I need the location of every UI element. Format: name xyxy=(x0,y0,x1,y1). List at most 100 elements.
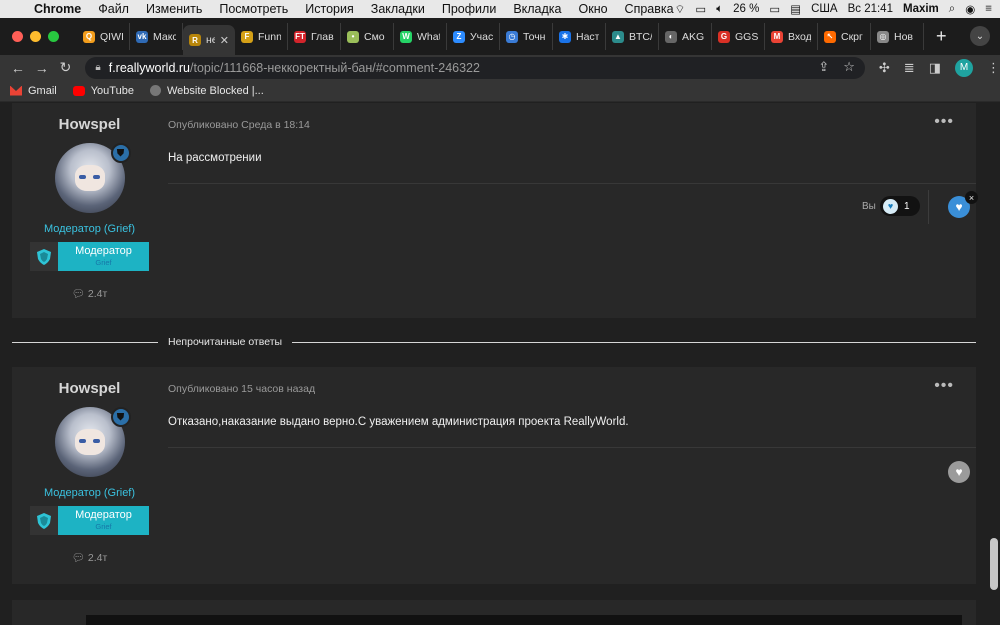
youtube-icon xyxy=(72,85,85,96)
unread-replies-separator: Непрочитанные ответы xyxy=(12,333,976,351)
browser-tab[interactable]: Rне ✕ xyxy=(183,25,235,55)
battery-icon[interactable]: ▭ xyxy=(769,2,780,16)
side-panel-icon[interactable]: ◨ xyxy=(929,60,941,76)
tab-search-chevron-icon[interactable]: ⌄ xyxy=(970,26,990,46)
airplay-icon[interactable]: ▭ xyxy=(695,2,706,16)
new-tab-plus-icon[interactable]: + xyxy=(936,26,947,47)
menu-item-tab[interactable]: Вкладка xyxy=(513,2,561,16)
share-icon[interactable]: ⇪ xyxy=(818,59,829,75)
menu-item-edit[interactable]: Изменить xyxy=(146,2,202,16)
close-tab-icon[interactable]: ✕ xyxy=(220,34,229,47)
user-name[interactable]: Maxim xyxy=(903,3,939,15)
badge-label: Модератор Grief xyxy=(58,242,149,271)
browser-tab[interactable]: F Funn xyxy=(235,23,288,50)
spotlight-search-icon[interactable]: ⌕ xyxy=(949,3,955,16)
post-content: Опубликовано Среда в 18:14 ••• На рассмо… xyxy=(168,103,978,318)
author-name[interactable]: Howspel xyxy=(12,380,167,397)
chrome-menu-kebab-icon[interactable]: ⋮ xyxy=(987,60,1000,76)
browser-tab[interactable]: ↖ Скрг xyxy=(818,23,871,50)
browser-tab[interactable]: G GGS xyxy=(712,23,765,50)
remove-reaction-close-icon[interactable]: × xyxy=(965,191,978,204)
keyboard-layout-flag-icon[interactable]: ▤ xyxy=(790,2,801,16)
extensions-puzzle-icon[interactable]: ✣ xyxy=(879,60,890,76)
tab-favicon-icon: Q xyxy=(83,30,95,43)
tab-favicon-icon: vk xyxy=(136,30,148,43)
forward-arrow-icon[interactable]: → xyxy=(30,60,54,76)
bookmark-website-blocked[interactable]: Website Blocked |... xyxy=(149,85,264,97)
url-path: /topic/111668-неккоректный-бан/#comment-… xyxy=(190,60,480,75)
url-host: f.reallyworld.ru xyxy=(108,60,190,75)
tab-favicon-icon: ▲ xyxy=(612,30,624,43)
tab-favicon-icon: M xyxy=(771,30,783,43)
post-options-ellipsis-icon[interactable]: ••• xyxy=(934,377,954,395)
back-arrow-icon[interactable]: ← xyxy=(6,60,30,76)
menu-item-help[interactable]: Справка xyxy=(625,2,674,16)
wifi-icon[interactable]: ⌔ xyxy=(675,2,686,17)
keyboard-layout[interactable]: США xyxy=(811,3,838,15)
tab-title: Скрг xyxy=(841,30,863,43)
menu-item-bookmarks[interactable]: Закладки xyxy=(371,2,425,16)
bookmark-youtube[interactable]: YouTube xyxy=(72,85,134,97)
control-center-icon[interactable]: ≡ xyxy=(985,3,992,15)
zoom-window-button[interactable] xyxy=(48,31,59,42)
post-meta[interactable]: Опубликовано 15 часов назад xyxy=(168,383,315,395)
tab-favicon-icon: FT xyxy=(294,30,306,43)
moderator-shield-icon: ⛊ xyxy=(110,407,131,427)
clock[interactable]: Вс 21:41 xyxy=(848,3,893,15)
post-count: 💬︎ 2.4т xyxy=(12,551,167,564)
like-heart-button-icon[interactable]: ♥ xyxy=(948,461,970,483)
battery-percent[interactable]: 26 % xyxy=(733,3,759,15)
avatar-eye xyxy=(92,439,100,443)
browser-tab[interactable]: W What xyxy=(394,23,447,50)
browser-tab[interactable]: Z Учас xyxy=(447,23,500,50)
browser-tab[interactable]: ◎ Нов xyxy=(871,23,924,50)
avatar[interactable]: ⛊ xyxy=(54,143,131,213)
menu-item-window[interactable]: Окно xyxy=(579,2,608,16)
tab-title: Учас xyxy=(470,30,493,43)
bookmarks-bar: Gmail YouTube Website Blocked |... xyxy=(0,80,1000,102)
browser-tab[interactable]: ◷ Точн xyxy=(500,23,553,50)
bookmark-gmail[interactable]: Gmail xyxy=(10,85,57,97)
lock-icon[interactable]: 🔒︎ xyxy=(95,62,100,73)
separator-line xyxy=(292,341,976,343)
macos-menubar: Chrome Файл Изменить Посмотреть История … xyxy=(0,0,1000,18)
media-queue-icon[interactable]: ≣ xyxy=(904,60,915,76)
avatar-eye xyxy=(78,439,86,443)
volume-icon[interactable]: 🔈︎ xyxy=(716,3,723,16)
browser-tab[interactable]: • Смо xyxy=(341,23,394,50)
globe-icon xyxy=(149,85,161,96)
reload-icon[interactable]: ↻ xyxy=(54,59,78,76)
post-meta[interactable]: Опубликовано Среда в 18:14 xyxy=(168,119,310,131)
menu-item-history[interactable]: История xyxy=(305,2,353,16)
browser-tab[interactable]: ▲ BTC/ xyxy=(606,23,659,50)
profile-avatar[interactable]: M xyxy=(955,58,973,77)
close-window-button[interactable] xyxy=(12,31,23,42)
browser-tab[interactable]: M Вход xyxy=(765,23,818,50)
tab-title: Funn xyxy=(258,30,281,43)
page-scrollbar[interactable] xyxy=(990,538,998,590)
minimize-window-button[interactable] xyxy=(30,31,41,42)
badge-shield-icon xyxy=(30,242,58,271)
tab-title: Глав xyxy=(311,30,334,43)
browser-tab[interactable]: ✱ Наст xyxy=(553,23,606,50)
author-name[interactable]: Howspel xyxy=(12,116,167,133)
menu-item-view[interactable]: Посмотреть xyxy=(219,2,288,16)
browser-tab[interactable]: vk Макс xyxy=(130,23,183,50)
rank-badge: Модератор Grief xyxy=(30,506,149,535)
menu-item-file[interactable]: Файл xyxy=(98,2,129,16)
menu-app-name[interactable]: Chrome xyxy=(34,2,81,16)
siri-icon[interactable]: ◉ xyxy=(965,2,975,16)
avatar[interactable]: ⛊ xyxy=(54,407,131,477)
menu-item-profiles[interactable]: Профили xyxy=(442,2,496,16)
browser-tab[interactable]: FT Глав xyxy=(288,23,341,50)
bookmark-star-icon[interactable]: ☆ xyxy=(843,59,855,75)
post-options-ellipsis-icon[interactable]: ••• xyxy=(934,113,954,131)
reaction-summary[interactable]: ♥ 1 xyxy=(880,196,920,216)
post-count: 💬︎ 2.4т xyxy=(12,287,167,300)
browser-tab[interactable]: Q QIWI xyxy=(77,23,130,50)
address-bar[interactable]: 🔒︎ f.reallyworld.ru/topic/111668-неккоре… xyxy=(85,56,865,79)
badge-subtitle: Grief xyxy=(95,522,112,531)
browser-tab[interactable]: ◐ AKG xyxy=(659,23,712,50)
author-role: Модератор (Grief) xyxy=(43,487,136,499)
tab-title: AKG xyxy=(682,30,705,43)
